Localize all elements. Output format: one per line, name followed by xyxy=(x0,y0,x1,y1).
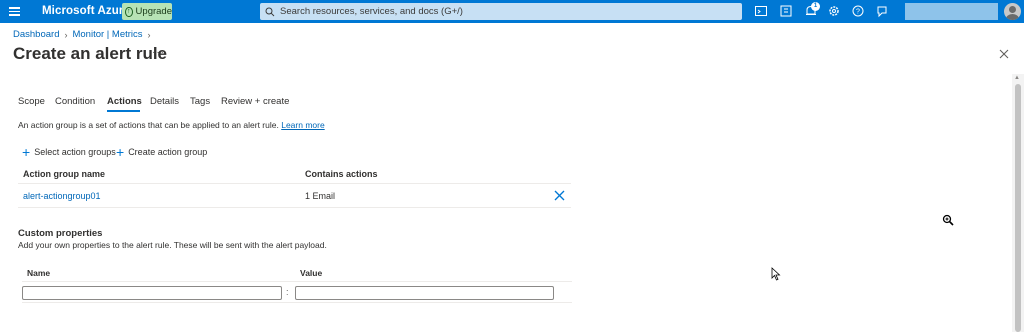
property-value-input[interactable] xyxy=(295,286,554,300)
learn-more-link[interactable]: Learn more xyxy=(281,120,324,130)
chevron-right-icon: › xyxy=(64,29,68,40)
upgrade-button[interactable]: ↑ Upgrade xyxy=(122,3,172,20)
more-options-button[interactable]: ··· xyxy=(152,47,165,58)
custom-properties-description: Add your own properties to the alert rul… xyxy=(18,240,327,250)
tab-scope[interactable]: Scope xyxy=(18,96,55,112)
separator-colon: : xyxy=(286,287,289,297)
cloud-shell-icon[interactable] xyxy=(754,4,768,18)
breadcrumb-item-monitor-metrics[interactable]: Monitor | Metrics xyxy=(72,29,142,40)
directory-filter-icon[interactable] xyxy=(779,4,793,18)
table-divider xyxy=(22,302,572,303)
account-info[interactable] xyxy=(905,3,998,20)
create-action-group-button[interactable]: + Create action group xyxy=(116,144,208,160)
table-divider xyxy=(18,207,571,208)
actions-description-text: An action group is a set of actions that… xyxy=(18,120,279,130)
brand-title[interactable]: Microsoft Azure xyxy=(42,5,130,17)
zoom-icon xyxy=(942,214,954,226)
custom-properties-title: Custom properties xyxy=(18,228,103,239)
top-bar: Microsoft Azure ↑ Upgrade Search resourc… xyxy=(0,0,1024,23)
search-placeholder: Search resources, services, and docs (G+… xyxy=(280,6,463,17)
column-header-contains-actions: Contains actions xyxy=(305,169,378,179)
actions-description: An action group is a set of actions that… xyxy=(18,120,325,130)
column-header-name: Name xyxy=(27,268,51,278)
delete-icon[interactable] xyxy=(553,189,566,202)
tab-review-create[interactable]: Review + create xyxy=(221,96,289,112)
upgrade-label: Upgrade xyxy=(135,6,172,17)
property-name-input[interactable] xyxy=(22,286,282,300)
avatar[interactable] xyxy=(1004,3,1021,20)
close-icon[interactable] xyxy=(998,48,1010,60)
breadcrumb-item-dashboard[interactable]: Dashboard xyxy=(13,29,59,40)
page-title: Create an alert rule xyxy=(13,44,168,63)
action-group-link[interactable]: alert-actiongroup01 xyxy=(23,191,101,201)
contains-actions-cell: 1 Email xyxy=(305,191,336,201)
breadcrumb: Dashboard › Monitor | Metrics › xyxy=(13,29,151,40)
notification-badge: 1 xyxy=(811,2,820,11)
search-icon xyxy=(265,7,275,16)
tab-actions[interactable]: Actions xyxy=(107,96,142,112)
select-action-groups-label: Select action groups xyxy=(34,147,116,157)
scroll-up-arrow-icon[interactable]: ▲ xyxy=(1014,75,1020,81)
column-header-action-group-name: Action group name xyxy=(23,169,106,179)
tab-tags[interactable]: Tags xyxy=(190,96,221,112)
settings-icon[interactable] xyxy=(827,4,841,18)
plus-icon: + xyxy=(116,144,125,160)
search-input[interactable]: Search resources, services, and docs (G+… xyxy=(260,3,742,20)
tab-condition[interactable]: Condition xyxy=(55,96,107,112)
plus-icon: + xyxy=(22,144,31,160)
wizard-tabs: Scope Condition Actions Details Tags Rev… xyxy=(18,96,289,112)
help-icon[interactable]: ? xyxy=(851,4,865,18)
chevron-right-icon: › xyxy=(147,29,151,40)
select-action-groups-button[interactable]: + Select action groups xyxy=(22,144,116,160)
create-action-group-label: Create action group xyxy=(128,147,208,157)
table-divider xyxy=(18,183,571,184)
scrollbar-thumb[interactable] xyxy=(1015,84,1021,332)
hamburger-icon[interactable] xyxy=(9,5,20,17)
feedback-icon[interactable] xyxy=(875,4,889,18)
column-header-value: Value xyxy=(300,268,323,278)
table-divider xyxy=(22,281,572,282)
upgrade-icon: ↑ xyxy=(125,6,133,17)
cursor-icon xyxy=(771,267,781,281)
svg-text:?: ? xyxy=(856,9,860,16)
tab-details[interactable]: Details xyxy=(150,96,190,112)
